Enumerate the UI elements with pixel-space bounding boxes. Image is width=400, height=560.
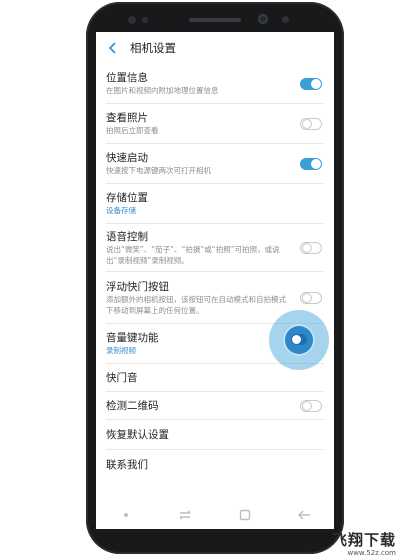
recents-icon[interactable] xyxy=(165,502,205,528)
screen: 相机设置 位置信息 在图片和视频内附加地理位置信息 查看照片 拍照后立即查看 快… xyxy=(96,32,334,529)
app-bar: 相机设置 xyxy=(96,32,334,64)
watermark-title: 飞翔下载 xyxy=(331,531,396,549)
watermark: 飞翔下载 www.52z.com xyxy=(332,532,396,558)
setting-storage-location[interactable]: 存储位置 设备存储 xyxy=(96,184,334,224)
watermark-url: www.52z.com xyxy=(347,549,396,557)
setting-title: 存储位置 xyxy=(106,192,148,205)
setting-subtitle: 快速按下电源键两次可打开相机 xyxy=(106,166,211,176)
chevron-left-icon[interactable] xyxy=(104,39,122,57)
setting-title: 快速启动 xyxy=(106,152,148,165)
setting-title: 音量键功能 xyxy=(106,332,159,345)
setting-contact-us[interactable]: 联系我们 xyxy=(96,450,334,480)
phone-top-bezel xyxy=(86,2,344,36)
earpiece-speaker xyxy=(189,18,241,22)
home-icon[interactable] xyxy=(225,502,265,528)
floating-shutter-toggle[interactable] xyxy=(300,292,322,304)
setting-title: 检测二维码 xyxy=(106,400,159,412)
iris-sensor-icon xyxy=(142,17,148,23)
setting-title: 联系我们 xyxy=(106,459,148,471)
setting-title: 查看照片 xyxy=(106,112,148,125)
setting-location-info[interactable]: 位置信息 在图片和视频内附加地理位置信息 xyxy=(96,64,334,104)
setting-value: 设备存储 xyxy=(106,206,136,216)
setting-title: 浮动快门按钮 xyxy=(106,281,169,293)
quick-launch-toggle[interactable] xyxy=(300,158,322,170)
setting-subtitle: 在图片和视频内附加地理位置信息 xyxy=(106,86,219,96)
setting-voice-control[interactable]: 语音控制 说出“微笑”、“茄子”、“拍摄”或“拍照”可拍照，或说出“录制视频”录… xyxy=(96,224,334,272)
iris-camera-icon xyxy=(282,16,289,23)
setting-reset-defaults[interactable]: 恢复默认设置 xyxy=(96,420,334,450)
voice-control-toggle[interactable] xyxy=(300,242,322,254)
setting-title: 语音控制 xyxy=(106,231,148,243)
setting-quick-launch[interactable]: 快速启动 快速按下电源键两次可打开相机 xyxy=(96,144,334,184)
setting-title: 快门音 xyxy=(106,372,138,384)
front-camera-icon xyxy=(258,14,268,24)
setting-review-pictures[interactable]: 查看照片 拍照后立即查看 xyxy=(96,104,334,144)
detect-qr-toggle[interactable] xyxy=(300,400,322,412)
proximity-sensor-icon xyxy=(128,16,136,24)
setting-subtitle: 添加额外的相机按钮，该按钮可在自动模式和自拍模式下移动到屏幕上的任何位置。 xyxy=(106,295,286,315)
phone-frame: 相机设置 位置信息 在图片和视频内附加地理位置信息 查看照片 拍照后立即查看 快… xyxy=(86,2,344,554)
setting-subtitle: 拍照后立即查看 xyxy=(106,126,159,136)
nav-dot-icon[interactable] xyxy=(106,502,146,528)
setting-title: 恢复默认设置 xyxy=(106,429,169,441)
settings-list: 位置信息 在图片和视频内附加地理位置信息 查看照片 拍照后立即查看 快速启动 快… xyxy=(96,64,334,480)
page-title: 相机设置 xyxy=(130,41,176,55)
shutter-sound-toggle[interactable] xyxy=(291,334,307,345)
review-pictures-toggle[interactable] xyxy=(300,118,322,130)
setting-title: 位置信息 xyxy=(106,72,148,85)
setting-detect-qr[interactable]: 检测二维码 xyxy=(96,392,334,420)
setting-value: 录制视频 xyxy=(106,346,136,356)
back-arrow-icon[interactable] xyxy=(284,502,324,528)
location-info-toggle[interactable] xyxy=(300,78,322,90)
navigation-bar xyxy=(96,502,334,528)
setting-subtitle: 说出“微笑”、“茄子”、“拍摄”或“拍照”可拍照，或说出“录制视频”录制视频。 xyxy=(106,245,280,265)
